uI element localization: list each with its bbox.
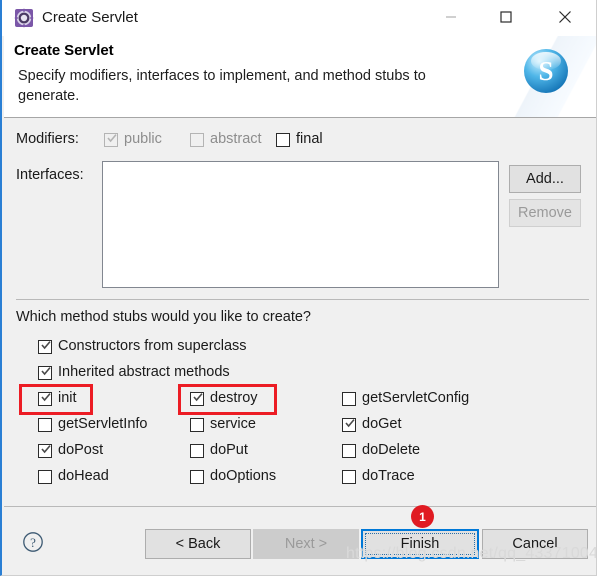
stub-dotrace-label[interactable]: doTrace bbox=[362, 468, 415, 484]
stub-service-checkbox[interactable] bbox=[190, 418, 204, 432]
window-title: Create Servlet bbox=[42, 9, 138, 26]
interfaces-list[interactable] bbox=[102, 161, 499, 288]
stub-dotrace-checkbox[interactable] bbox=[342, 470, 356, 484]
finish-button[interactable]: Finish bbox=[361, 529, 479, 559]
stub-getservletinfo-label[interactable]: getServletInfo bbox=[58, 416, 147, 432]
cancel-button[interactable]: Cancel bbox=[482, 529, 588, 559]
stub-dohead-label[interactable]: doHead bbox=[58, 468, 109, 484]
modifier-abstract-label: abstract bbox=[210, 131, 262, 147]
maximize-icon[interactable] bbox=[483, 0, 528, 34]
stub-constructors-checkbox[interactable] bbox=[38, 340, 52, 354]
svg-text:S: S bbox=[538, 56, 553, 86]
next-button: Next > bbox=[253, 529, 359, 559]
stub-inherited-checkbox[interactable] bbox=[38, 366, 52, 380]
interfaces-label: Interfaces: bbox=[16, 167, 84, 183]
stub-dooptions-checkbox[interactable] bbox=[190, 470, 204, 484]
stub-inherited-label[interactable]: Inherited abstract methods bbox=[58, 364, 230, 380]
modifiers-label: Modifiers: bbox=[16, 131, 79, 147]
stub-getservletconfig-label[interactable]: getServletConfig bbox=[362, 390, 469, 406]
modifier-abstract-checkbox bbox=[190, 133, 204, 147]
add-interface-button[interactable]: Add... bbox=[509, 165, 581, 193]
back-button[interactable]: < Back bbox=[145, 529, 251, 559]
stub-dopost-label[interactable]: doPost bbox=[58, 442, 103, 458]
stub-getservletinfo-checkbox[interactable] bbox=[38, 418, 52, 432]
modifier-public-label: public bbox=[124, 131, 162, 147]
close-icon[interactable] bbox=[542, 0, 587, 34]
servlet-s-sphere-icon: S bbox=[522, 47, 570, 95]
stub-getservletconfig-checkbox[interactable] bbox=[342, 392, 356, 406]
title-bar: Create Servlet bbox=[2, 0, 596, 36]
minimize-icon[interactable] bbox=[428, 0, 473, 34]
stub-destroy-label[interactable]: destroy bbox=[210, 390, 258, 406]
annotation-badge-1: 1 bbox=[411, 505, 434, 528]
dialog-header-banner: Create Servlet Specify modifiers, interf… bbox=[4, 36, 596, 118]
stub-init-checkbox[interactable] bbox=[38, 392, 52, 406]
stub-doget-label[interactable]: doGet bbox=[362, 416, 402, 432]
modifier-final-label[interactable]: final bbox=[296, 131, 323, 147]
stub-doget-checkbox[interactable] bbox=[342, 418, 356, 432]
servlet-gear-icon bbox=[14, 8, 34, 28]
stub-dopost-checkbox[interactable] bbox=[38, 444, 52, 458]
banner-description: Specify modifiers, interfaces to impleme… bbox=[18, 68, 426, 104]
stub-destroy-checkbox[interactable] bbox=[190, 392, 204, 406]
banner-title: Create Servlet bbox=[14, 42, 114, 59]
modifier-public-checkbox bbox=[104, 133, 118, 147]
create-servlet-dialog: Create Servlet Create Servlet Specify mo… bbox=[0, 0, 597, 576]
svg-text:?: ? bbox=[30, 535, 36, 550]
dialog-content: Modifiers: public abstract final Interfa… bbox=[4, 119, 596, 506]
stub-dodelete-label[interactable]: doDelete bbox=[362, 442, 420, 458]
stub-dodelete-checkbox[interactable] bbox=[342, 444, 356, 458]
stub-doput-checkbox[interactable] bbox=[190, 444, 204, 458]
method-stubs-separator bbox=[16, 299, 589, 300]
stub-constructors-label[interactable]: Constructors from superclass bbox=[58, 338, 247, 354]
finish-button-label: Finish bbox=[400, 536, 440, 552]
stub-dooptions-label[interactable]: doOptions bbox=[210, 468, 276, 484]
help-question-icon[interactable]: ? bbox=[22, 531, 44, 553]
remove-interface-button: Remove bbox=[509, 199, 581, 227]
stub-init-label[interactable]: init bbox=[58, 390, 77, 406]
modifier-final-checkbox[interactable] bbox=[276, 133, 290, 147]
stub-doput-label[interactable]: doPut bbox=[210, 442, 248, 458]
dialog-button-bar: ? < Back Next > Finish Cancel bbox=[4, 506, 596, 575]
stub-service-label[interactable]: service bbox=[210, 416, 256, 432]
stub-dohead-checkbox[interactable] bbox=[38, 470, 52, 484]
method-stubs-question: Which method stubs would you like to cre… bbox=[16, 309, 311, 325]
